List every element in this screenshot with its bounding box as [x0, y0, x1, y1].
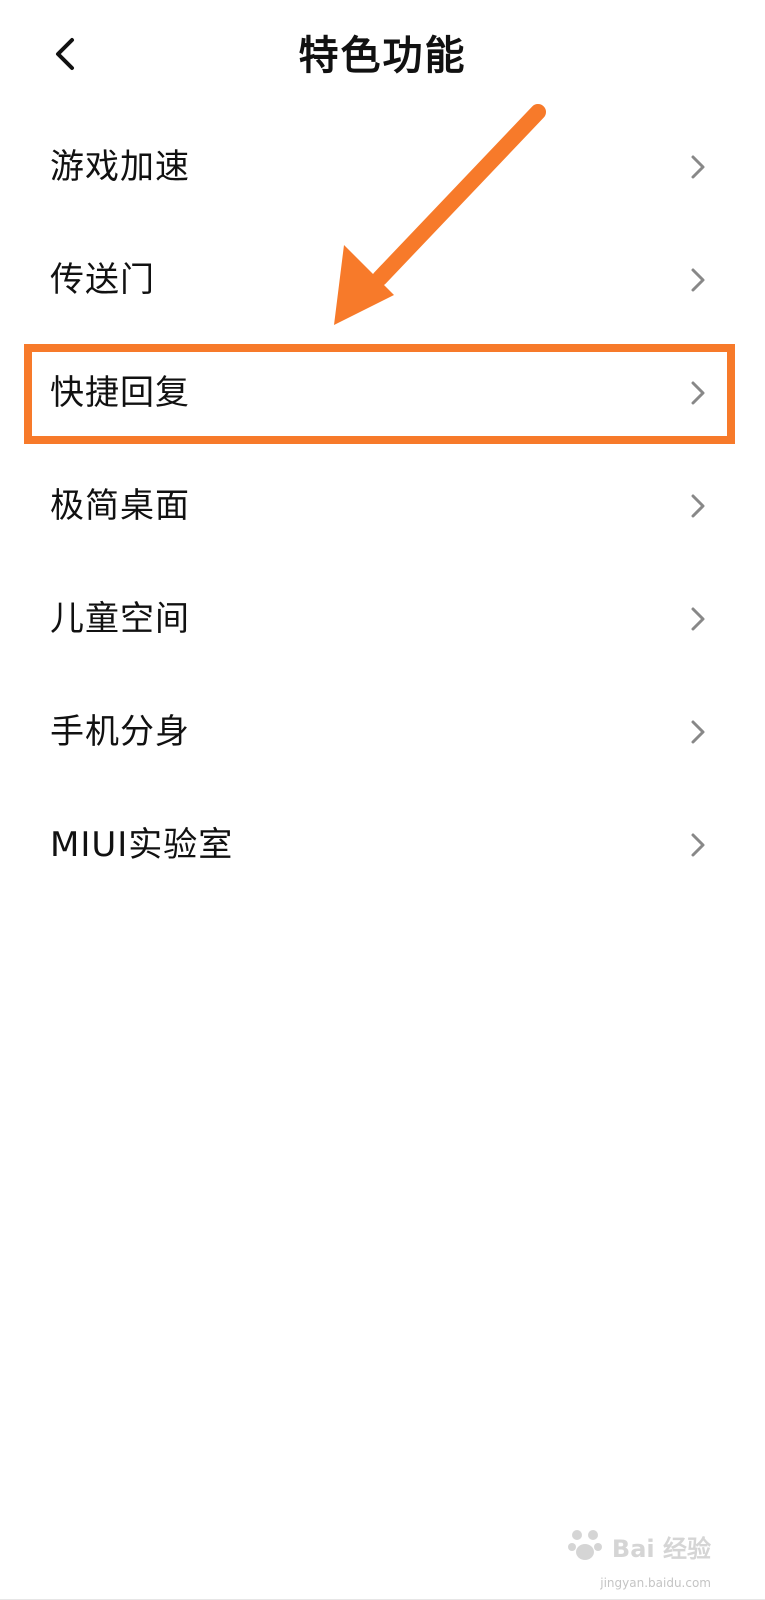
- header: 特色功能: [0, 0, 765, 112]
- watermark-brand: Bai 经验: [611, 1534, 711, 1563]
- watermark: Bai 经验: [561, 1516, 711, 1576]
- menu-item-label: MIUI实验室: [50, 825, 234, 865]
- menu-item-quick-reply[interactable]: 快捷回复: [0, 337, 765, 450]
- menu-item-portal[interactable]: 传送门: [0, 224, 765, 337]
- menu-item-game-speedup[interactable]: 游戏加速: [0, 111, 765, 224]
- menu-item-label: 手机分身: [50, 712, 190, 752]
- chevron-right-icon: [683, 152, 713, 182]
- menu-list: 游戏加速 传送门 快捷回复 极简桌面 儿童空间 手机分身 MIUI实验室: [0, 111, 765, 902]
- chevron-right-icon: [683, 265, 713, 295]
- chevron-right-icon: [683, 491, 713, 521]
- menu-item-label: 极简桌面: [50, 486, 190, 526]
- menu-item-label: 快捷回复: [50, 373, 190, 413]
- chevron-right-icon: [683, 830, 713, 860]
- menu-item-second-space[interactable]: 手机分身: [0, 676, 765, 789]
- menu-item-label: 传送门: [50, 260, 155, 300]
- chevron-right-icon: [683, 717, 713, 747]
- paw-logo-icon: [564, 1523, 606, 1569]
- menu-item-miui-lab[interactable]: MIUI实验室: [0, 789, 765, 902]
- chevron-right-icon: [683, 604, 713, 634]
- watermark-url: jingyan.baidu.com: [600, 1576, 711, 1590]
- menu-item-minimal-desktop[interactable]: 极简桌面: [0, 450, 765, 563]
- chevron-right-icon: [683, 378, 713, 408]
- menu-item-kids-space[interactable]: 儿童空间: [0, 563, 765, 676]
- page-title: 特色功能: [298, 33, 467, 79]
- menu-item-label: 儿童空间: [50, 599, 190, 639]
- menu-item-label: 游戏加速: [50, 147, 190, 187]
